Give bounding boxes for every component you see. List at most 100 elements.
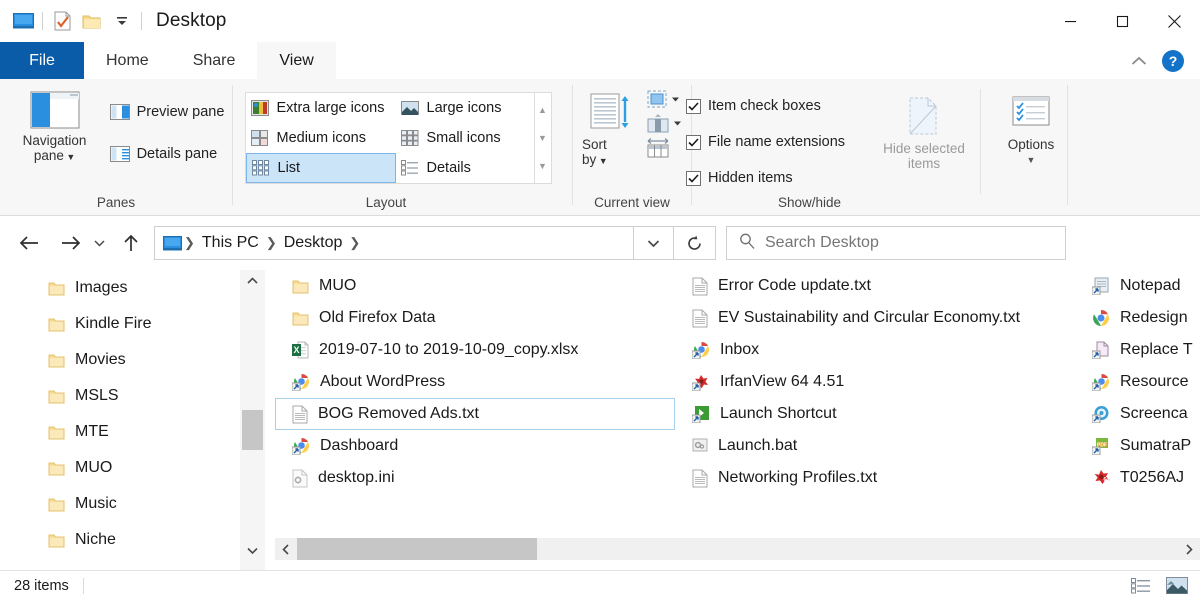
add-columns-button[interactable]	[646, 89, 682, 109]
large-icons-view-button[interactable]	[1162, 574, 1192, 598]
file-item[interactable]: Launch.bat	[675, 430, 1075, 462]
breadcrumb-separator-1[interactable]: ❯	[264, 235, 279, 251]
nav-item-label: Images	[75, 279, 127, 297]
nav-item-movies[interactable]: Movies	[0, 342, 240, 378]
file-item[interactable]: IrfanView 64 4.51	[675, 366, 1075, 398]
gallery-scroll-up-icon[interactable]: ▲	[538, 106, 547, 115]
breadcrumb-separator-0[interactable]: ❯	[182, 235, 197, 251]
desktop-icon[interactable]	[8, 6, 38, 36]
hscroll-right-button[interactable]	[1178, 538, 1200, 560]
sort-by-button[interactable]: Sort by ▼	[582, 87, 640, 169]
file-name: Resource	[1120, 373, 1188, 391]
navigation-pane-scrollbar[interactable]	[240, 270, 265, 570]
file-item[interactable]: Inbox	[675, 334, 1075, 366]
options-dropdown-icon[interactable]: ▼	[1027, 155, 1036, 165]
navigation-pane-button[interactable]: Navigation pane ▼	[4, 85, 106, 165]
hidden-items-checkbox[interactable]	[686, 171, 701, 186]
new-folder-icon[interactable]	[77, 6, 107, 36]
layout-option-large-icons[interactable]: Large icons	[396, 93, 534, 123]
file-item[interactable]: EV Sustainability and Circular Economy.t…	[675, 302, 1075, 334]
group-by-button[interactable]	[646, 113, 682, 133]
file-name-extensions-option[interactable]: File name extensions	[682, 129, 872, 155]
collapse-ribbon-icon[interactable]	[1126, 48, 1152, 74]
item-check-boxes-option[interactable]: Item check boxes	[682, 93, 872, 119]
item-check-boxes-checkbox[interactable]	[686, 99, 701, 114]
nav-item-niche[interactable]: Niche	[0, 522, 240, 558]
file-item[interactable]: About WordPress	[275, 366, 675, 398]
file-item[interactable]: Old Firefox Data	[275, 302, 675, 334]
file-item[interactable]: Screenca	[1075, 398, 1200, 430]
breadcrumb-bar[interactable]: ❯ This PC ❯ Desktop ❯	[154, 226, 634, 260]
layout-option-extra-large-icons[interactable]: Extra large icons	[246, 93, 396, 123]
nav-scroll-up-button[interactable]	[240, 270, 265, 292]
layout-option-small-icons[interactable]: Small icons	[396, 123, 534, 153]
layout-option-medium-icons[interactable]: Medium icons	[246, 123, 396, 153]
nav-item-mte[interactable]: MTE	[0, 414, 240, 450]
navigation-pane-label-1: Navigation	[23, 133, 87, 148]
gallery-expand-icon[interactable]: ▼	[538, 162, 547, 171]
hide-selected-items-button[interactable]: Hide selected items	[872, 89, 976, 171]
large-icons-label: Large icons	[427, 100, 502, 116]
breadcrumb-this-pc[interactable]: This PC	[197, 234, 264, 252]
details-view-button[interactable]	[1126, 574, 1156, 598]
nav-scroll-down-button[interactable]	[240, 540, 265, 562]
layout-option-list[interactable]: List	[246, 153, 396, 183]
breadcrumb-desktop[interactable]: Desktop	[279, 234, 348, 252]
file-item-selected[interactable]: BOG Removed Ads.txt	[275, 398, 675, 430]
file-item[interactable]: MUO	[275, 270, 675, 302]
file-item[interactable]: Resource	[1075, 366, 1200, 398]
properties-icon[interactable]	[47, 6, 77, 36]
small-icons-label: Small icons	[427, 130, 501, 146]
file-item[interactable]: 64 T0256AJ	[1075, 462, 1200, 494]
up-button[interactable]	[114, 226, 148, 260]
tab-home[interactable]: Home	[84, 42, 171, 79]
this-pc-icon[interactable]	[163, 236, 182, 251]
nav-item-msls[interactable]: MSLS	[0, 378, 240, 414]
forward-button[interactable]	[54, 226, 88, 260]
file-item[interactable]: Redesign	[1075, 302, 1200, 334]
minimize-button[interactable]	[1044, 0, 1096, 42]
file-item[interactable]: PDF SumatraP	[1075, 430, 1200, 462]
options-button[interactable]: Options ▼	[985, 89, 1077, 165]
close-button[interactable]	[1148, 0, 1200, 42]
file-item[interactable]: Launch Shortcut	[675, 398, 1075, 430]
file-name-extensions-checkbox[interactable]	[686, 135, 701, 150]
gallery-scroll-down-icon[interactable]: ▼	[538, 134, 547, 143]
size-all-columns-button[interactable]	[646, 137, 682, 159]
hscroll-thumb[interactable]	[297, 538, 537, 560]
tab-file[interactable]: File	[0, 42, 84, 79]
nav-item-music[interactable]: Music	[0, 486, 240, 522]
hidden-items-option[interactable]: Hidden items	[682, 165, 872, 191]
breadcrumb-separator-2[interactable]: ❯	[347, 235, 362, 251]
file-item[interactable]: X 2019-07-10 to 2019-10-09_copy.xlsx	[275, 334, 675, 366]
layout-option-details[interactable]: Details	[396, 153, 534, 183]
layout-gallery-scrollbar[interactable]: ▲ ▼ ▼	[535, 92, 552, 184]
customize-qat-dropdown[interactable]	[107, 6, 137, 36]
details-pane-button[interactable]: Details pane	[106, 141, 229, 167]
hscroll-left-button[interactable]	[275, 538, 297, 560]
address-dropdown-button[interactable]	[634, 226, 674, 260]
nav-item-muo[interactable]: MUO	[0, 450, 240, 486]
file-item[interactable]: Notepad	[1075, 270, 1200, 302]
file-item[interactable]: desktop.ini	[275, 462, 675, 494]
tab-view[interactable]: View	[257, 42, 335, 79]
nav-item-images[interactable]: Images	[0, 270, 240, 306]
search-input[interactable]	[765, 234, 1035, 252]
file-item[interactable]: Networking Profiles.txt	[675, 462, 1075, 494]
search-box[interactable]	[726, 226, 1066, 260]
preview-pane-button[interactable]: Preview pane	[106, 99, 229, 125]
file-item[interactable]: Replace T	[1075, 334, 1200, 366]
nav-scroll-thumb[interactable]	[242, 410, 263, 450]
help-button[interactable]: ?	[1162, 50, 1184, 72]
ribbon-group-show-hide: Item check boxes File name extensions Hi…	[692, 79, 1067, 216]
file-list-horizontal-scrollbar[interactable]	[275, 538, 1200, 560]
refresh-button[interactable]	[674, 226, 716, 260]
back-button[interactable]	[12, 226, 46, 260]
nav-item-kindle-fire[interactable]: Kindle Fire	[0, 306, 240, 342]
file-item[interactable]: Error Code update.txt	[675, 270, 1075, 302]
details-pane-icon	[110, 146, 130, 162]
maximize-button[interactable]	[1096, 0, 1148, 42]
recent-locations-button[interactable]	[88, 226, 110, 260]
tab-share[interactable]: Share	[171, 42, 258, 79]
file-item[interactable]: Dashboard	[275, 430, 675, 462]
